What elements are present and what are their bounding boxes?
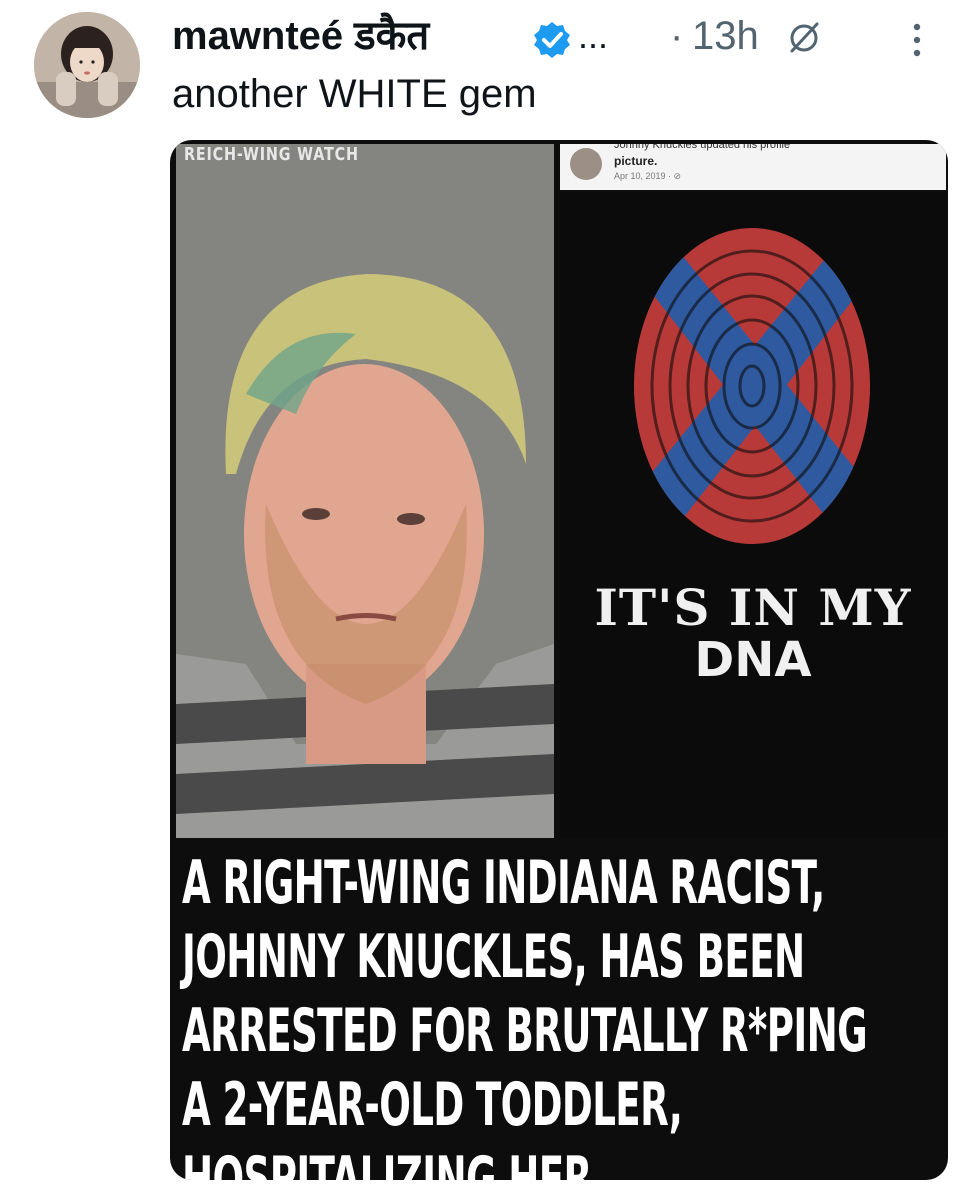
tweet-header: mawnteé डकैत ... · 13h [172, 8, 952, 60]
shirt-graphic: IT'S IN MY DNA [560, 192, 946, 838]
timestamp[interactable]: 13h [692, 12, 759, 60]
headline-line: HOSPITALIZING HER. [182, 1144, 606, 1180]
watermark-text: REICH-WING WATCH [184, 144, 359, 165]
author-name[interactable]: mawnteé डकैत [172, 12, 429, 60]
facebook-post-snippet: Johnny Knuckles updated his profile pict… [560, 144, 946, 190]
headline-line: JOHNNY KNUCKLES, HAS BEEN [182, 922, 805, 992]
mugshot-photo: REICH-WING WATCH [176, 144, 554, 838]
shirt-text-line2: DNA [694, 632, 812, 688]
grok-icon[interactable] [786, 20, 822, 56]
fb-avatar [570, 148, 602, 180]
fb-post-subtitle: picture. [614, 154, 658, 168]
name-truncation: ... [578, 15, 609, 56]
headline-line: A RIGHT-WING INDIANA RACIST, [182, 848, 825, 918]
more-options-icon[interactable] [912, 22, 922, 58]
headline-line: A 2-YEAR-OLD TODDLER, [182, 1070, 683, 1140]
fb-post-title: Johnny Knuckles updated his profile [614, 144, 791, 151]
separator-dot: · [670, 14, 684, 58]
shirt-text-line1: IT'S IN MY [594, 578, 912, 637]
fb-post-date: Apr 10, 2019 · ⊘ [614, 171, 682, 181]
tweet-media-image[interactable]: REICH-WING WATCH Johnny Knuckles updated… [170, 140, 948, 1180]
headline-line: ARRESTED FOR BRUTALLY R*PING [182, 996, 868, 1066]
headline-text: A RIGHT-WING INDIANA RACIST, JOHNNY KNUC… [182, 846, 942, 1180]
verified-badge-icon [532, 20, 572, 60]
author-avatar[interactable] [34, 12, 140, 118]
tweet-text: another WHITE gem [172, 72, 537, 116]
